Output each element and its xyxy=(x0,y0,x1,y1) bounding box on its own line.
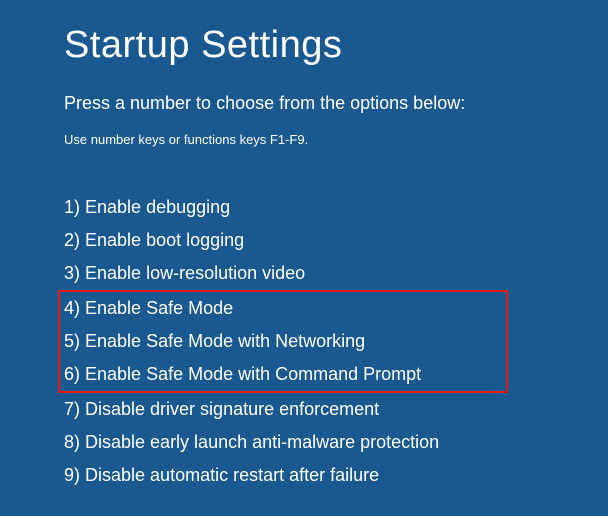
option-number: 8 xyxy=(64,432,74,452)
option-disable-early-launch-anti-malware[interactable]: 8) Disable early launch anti-malware pro… xyxy=(64,426,544,459)
instruction-hint: Use number keys or functions keys F1-F9. xyxy=(64,132,544,147)
option-label: Enable Safe Mode xyxy=(85,298,233,318)
option-number: 1 xyxy=(64,197,74,217)
option-label: Enable boot logging xyxy=(85,230,244,250)
option-label: Enable debugging xyxy=(85,197,230,217)
option-disable-automatic-restart[interactable]: 9) Disable automatic restart after failu… xyxy=(64,459,544,492)
option-enable-boot-logging[interactable]: 2) Enable boot logging xyxy=(64,224,544,257)
option-enable-low-resolution-video[interactable]: 3) Enable low-resolution video xyxy=(64,257,544,290)
option-number: 2 xyxy=(64,230,74,250)
option-number: 6 xyxy=(64,364,74,384)
option-number: 7 xyxy=(64,399,74,419)
safe-mode-highlight-box: 4) Enable Safe Mode 5) Enable Safe Mode … xyxy=(58,290,508,393)
option-label: Enable Safe Mode with Networking xyxy=(85,331,365,351)
page-title: Startup Settings xyxy=(64,24,544,67)
option-label: Enable Safe Mode with Command Prompt xyxy=(85,364,421,384)
option-number: 5 xyxy=(64,331,74,351)
option-enable-safe-mode-command-prompt[interactable]: 6) Enable Safe Mode with Command Prompt xyxy=(64,358,502,391)
option-number: 4 xyxy=(64,298,74,318)
option-label: Enable low-resolution video xyxy=(85,263,305,283)
option-number: 9 xyxy=(64,465,74,485)
option-enable-debugging[interactable]: 1) Enable debugging xyxy=(64,191,544,224)
option-label: Disable automatic restart after failure xyxy=(85,465,379,485)
option-label: Disable driver signature enforcement xyxy=(85,399,379,419)
option-enable-safe-mode[interactable]: 4) Enable Safe Mode xyxy=(64,292,502,325)
startup-options-list: 1) Enable debugging 2) Enable boot loggi… xyxy=(64,191,544,492)
option-number: 3 xyxy=(64,263,74,283)
option-enable-safe-mode-networking[interactable]: 5) Enable Safe Mode with Networking xyxy=(64,325,502,358)
instruction-subtitle: Press a number to choose from the option… xyxy=(64,93,544,114)
option-disable-driver-signature-enforcement[interactable]: 7) Disable driver signature enforcement xyxy=(64,393,544,426)
option-label: Disable early launch anti-malware protec… xyxy=(85,432,439,452)
